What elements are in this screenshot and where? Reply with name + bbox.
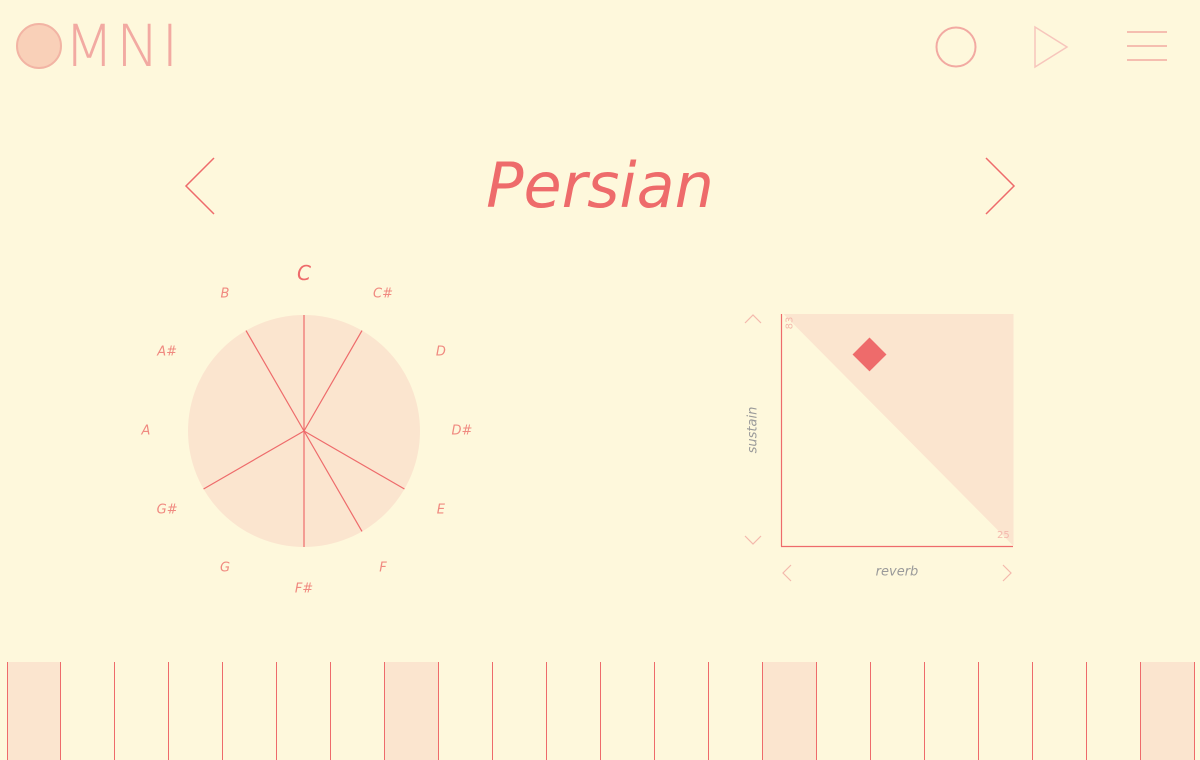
keyboard-key[interactable]: [1033, 662, 1087, 760]
note-label-d[interactable]: D: [436, 345, 446, 360]
keyboard-key[interactable]: [493, 662, 547, 760]
scale-name-title: Persian: [486, 149, 714, 222]
keyboard-key[interactable]: [277, 662, 331, 760]
note-label-b[interactable]: B: [221, 287, 230, 302]
note-label-e[interactable]: E: [437, 503, 445, 518]
sustain-increase-button[interactable]: [742, 312, 764, 326]
play-button[interactable]: [1030, 24, 1074, 70]
keyboard-key[interactable]: [709, 662, 763, 760]
sustain-value: 83: [784, 316, 796, 330]
keyboard-key[interactable]: [439, 662, 493, 760]
note-label-a[interactable]: A: [142, 424, 151, 439]
keyboard-key[interactable]: [7, 662, 61, 760]
chevron-down-icon: [744, 535, 762, 545]
keyboard-key[interactable]: [223, 662, 277, 760]
keyboard[interactable]: [0, 662, 1200, 760]
next-scale-button[interactable]: [978, 152, 1022, 220]
chevron-up-icon: [744, 314, 762, 324]
record-button[interactable]: [934, 25, 978, 69]
keyboard-key[interactable]: [169, 662, 223, 760]
note-label-d-sharp[interactable]: D#: [452, 424, 473, 439]
note-label-f[interactable]: F: [379, 560, 386, 575]
scale-circle[interactable]: [184, 311, 424, 551]
keyboard-key[interactable]: [1141, 662, 1195, 760]
keyboard-key[interactable]: [115, 662, 169, 760]
reverb-decrease-button[interactable]: [779, 562, 795, 584]
keyboard-key[interactable]: [547, 662, 601, 760]
keyboard-key[interactable]: [871, 662, 925, 760]
reverb-value: 25: [997, 530, 1010, 541]
note-label-g[interactable]: G: [220, 560, 230, 575]
sustain-reverb-pad[interactable]: [778, 311, 1016, 549]
note-label-f-sharp[interactable]: F#: [295, 582, 313, 597]
keyboard-key[interactable]: [817, 662, 871, 760]
hamburger-menu-icon: [1127, 31, 1167, 61]
keyboard-key[interactable]: [1087, 662, 1141, 760]
keyboard-key[interactable]: [979, 662, 1033, 760]
chevron-left-icon: [782, 564, 792, 582]
keyboard-key[interactable]: [925, 662, 979, 760]
reverb-axis-label: reverb: [875, 564, 919, 580]
keyboard-key[interactable]: [385, 662, 439, 760]
note-label-c-sharp[interactable]: C#: [373, 287, 393, 302]
keyboard-key[interactable]: [331, 662, 385, 760]
keyboard-key[interactable]: [763, 662, 817, 760]
app-logo: MNI: [16, 16, 181, 76]
chevron-right-icon: [1002, 564, 1012, 582]
menu-button[interactable]: [1124, 28, 1170, 64]
previous-scale-button[interactable]: [178, 152, 222, 220]
chevron-right-icon: [985, 157, 1016, 215]
sustain-decrease-button[interactable]: [742, 533, 764, 547]
pad-fill-area: [783, 314, 1014, 546]
logo-circle-icon: [16, 23, 62, 69]
sustain-axis-label: sustain: [745, 406, 761, 454]
keyboard-key[interactable]: [655, 662, 709, 760]
record-circle-icon: [935, 26, 977, 68]
logo-text: MNI: [64, 12, 181, 80]
chevron-left-icon: [184, 157, 215, 215]
note-label-c[interactable]: C: [297, 261, 311, 285]
note-label-a-sharp[interactable]: A#: [157, 345, 177, 360]
play-triangle-icon: [1034, 25, 1069, 69]
reverb-increase-button[interactable]: [999, 562, 1015, 584]
keyboard-key[interactable]: [601, 662, 655, 760]
keyboard-key[interactable]: [61, 662, 115, 760]
note-label-g-sharp[interactable]: G#: [157, 503, 178, 518]
